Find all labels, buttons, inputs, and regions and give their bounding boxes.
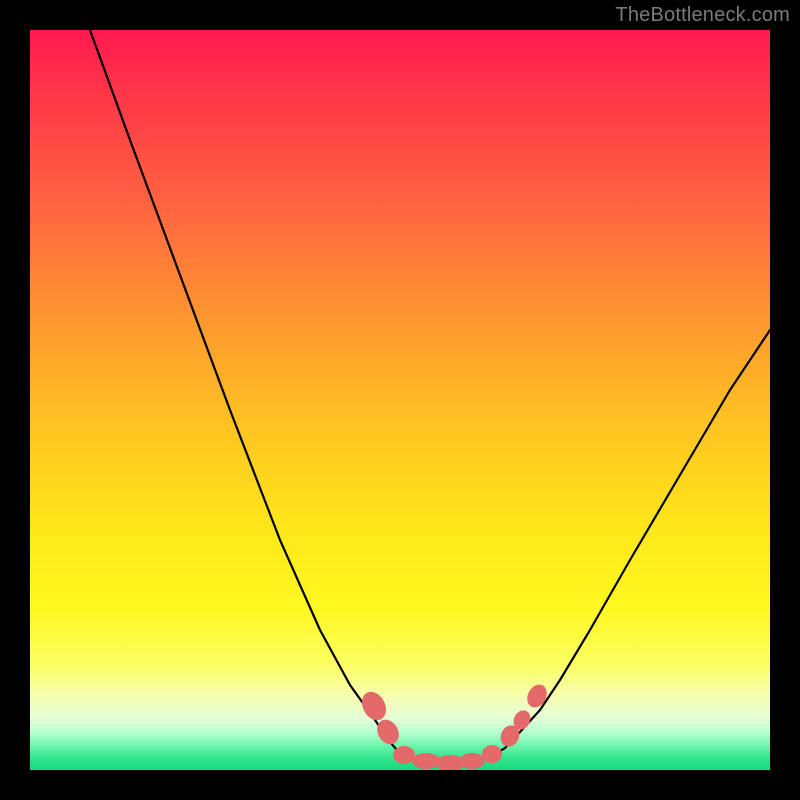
valley-marker-1 bbox=[373, 716, 403, 749]
curve-layer bbox=[30, 30, 770, 770]
watermark-text: TheBottleneck.com bbox=[615, 4, 790, 27]
valley-marker-5 bbox=[459, 753, 485, 769]
plot-area bbox=[30, 30, 770, 770]
bottleneck-curve bbox=[90, 30, 770, 763]
valley-marker-9 bbox=[523, 681, 550, 711]
valley-marker-2 bbox=[393, 746, 415, 764]
chart-frame: TheBottleneck.com bbox=[0, 0, 800, 800]
valley-marker-0 bbox=[357, 688, 391, 725]
valley-marker-6 bbox=[482, 745, 502, 763]
series-left-curve bbox=[90, 30, 402, 756]
curve-markers bbox=[357, 681, 550, 770]
